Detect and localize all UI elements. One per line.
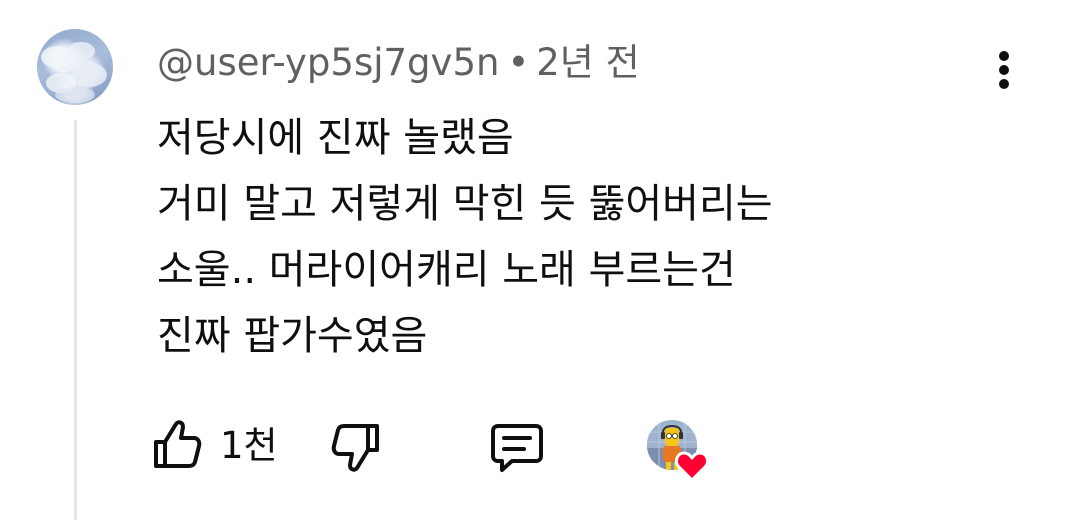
comment-timestamp[interactable]: 2년 전 (536, 41, 639, 84)
meta-separator: • (507, 41, 530, 84)
thumbs-down-icon (331, 424, 379, 472)
comment-icon (491, 424, 543, 472)
like-count: 1천 (220, 424, 278, 467)
creator-heart-badge (647, 420, 713, 482)
comment-item: @user-yp5sj7gv5n • 2년 전 저당시에 진짜 놀랬음 거미 말고 … (0, 0, 1080, 520)
thread-line (74, 120, 77, 520)
more-vert-icon (999, 51, 1009, 89)
more-options-button[interactable] (988, 48, 1020, 92)
avatar-image (41, 42, 107, 103)
comment-text: 저당시에 진짜 놀랬음 거미 말고 저렇게 막힌 듯 뚫어버리는 소울.. 머라… (157, 105, 773, 369)
like-button[interactable] (152, 418, 202, 472)
comment-line: 거미 말고 저렇게 막힌 듯 뚫어버리는 (157, 181, 773, 227)
thumbs-up-icon (154, 420, 202, 468)
comment-line: 소울.. 머라이어캐리 노래 부르는건 (157, 247, 736, 293)
comment-header: @user-yp5sj7gv5n • 2년 전 (157, 40, 640, 86)
author-avatar[interactable] (37, 29, 113, 105)
heart-icon (675, 451, 709, 482)
reply-button[interactable] (488, 422, 546, 476)
dislike-button[interactable] (329, 420, 381, 474)
author-name[interactable]: @user-yp5sj7gv5n (157, 41, 499, 84)
comment-line: 진짜 팝가수였음 (157, 313, 428, 359)
comment-line: 저당시에 진짜 놀랬음 (157, 115, 514, 161)
